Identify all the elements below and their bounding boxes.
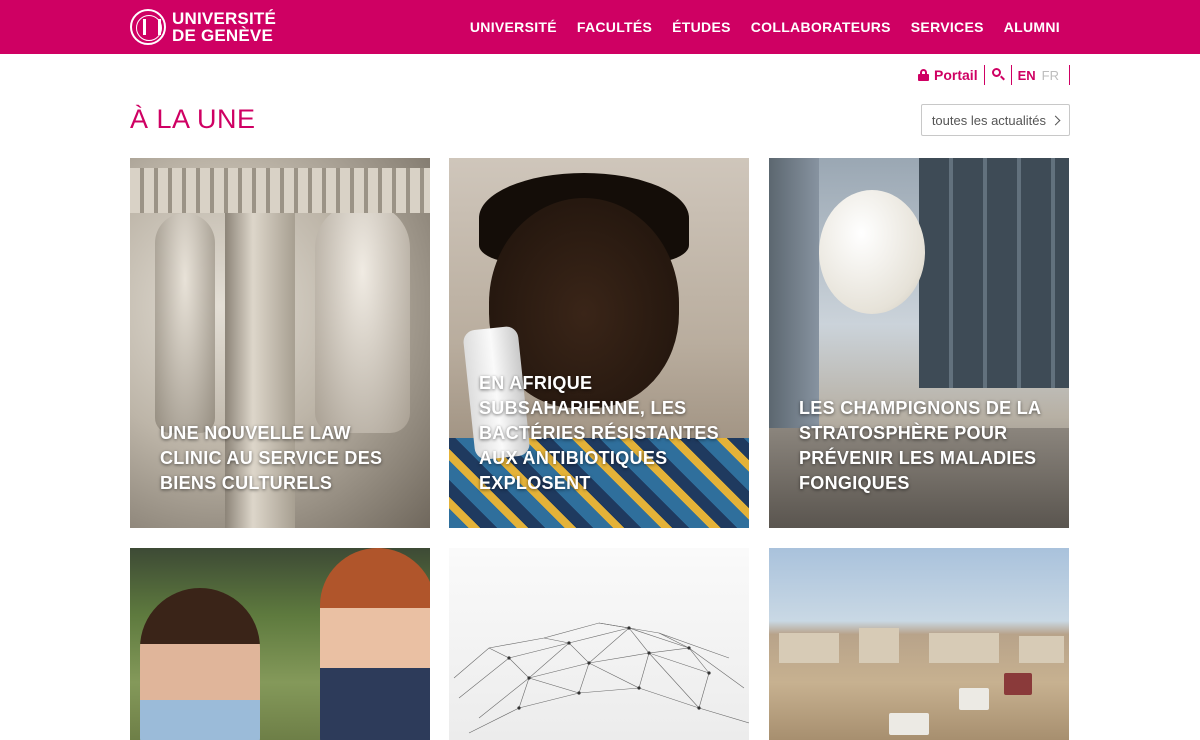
all-news-button[interactable]: toutes les actualités	[920, 104, 1070, 136]
card-caption: UNE NOUVELLE LAW CLINIC AU SERVICE DES B…	[160, 423, 383, 493]
news-card-network[interactable]	[449, 548, 749, 740]
portal-link[interactable]: Portail	[918, 67, 984, 83]
nav-item-facultes[interactable]: FACULTÉS	[577, 19, 652, 35]
news-card-stratosphere[interactable]: LES CHAMPIGNONS DE LA STRATOSPHÈRE POUR …	[769, 158, 1069, 528]
utility-bar: Portail EN FR	[918, 64, 1070, 86]
search-icon[interactable]	[985, 65, 1011, 85]
university-seal-icon	[130, 9, 166, 45]
news-card-antibiotics[interactable]: EN AFRIQUE SUBSAHARIENNE, LES BACTÉRIES …	[449, 158, 749, 528]
lock-icon	[918, 69, 930, 81]
card-caption: EN AFRIQUE SUBSAHARIENNE, LES BACTÉRIES …	[479, 373, 719, 493]
nav-item-universite[interactable]: UNIVERSITÉ	[470, 19, 557, 35]
nav-item-collaborateurs[interactable]: COLLABORATEURS	[751, 19, 891, 35]
all-news-label: toutes les actualités	[931, 112, 1046, 128]
news-card-landscape[interactable]	[769, 548, 1069, 740]
university-logo[interactable]: UNIVERSITÉ DE GENÈVE	[130, 9, 276, 45]
news-card-students[interactable]	[130, 548, 430, 740]
section-title: À LA UNE	[130, 104, 256, 134]
portal-label: Portail	[934, 67, 978, 83]
card-image-landscape	[769, 548, 1069, 740]
divider	[1069, 65, 1070, 85]
logo-line-2: DE GENÈVE	[172, 26, 273, 45]
card-image-students	[130, 548, 430, 740]
language-en[interactable]: EN	[1018, 68, 1036, 83]
news-card-law-clinic[interactable]: UNE NOUVELLE LAW CLINIC AU SERVICE DES B…	[130, 158, 430, 528]
chevron-right-icon	[1050, 115, 1061, 125]
main-navigation: UNIVERSITÉ FACULTÉS ÉTUDES COLLABORATEUR…	[450, 0, 1060, 54]
divider	[1010, 65, 1012, 85]
nav-item-services[interactable]: SERVICES	[911, 19, 984, 35]
nav-item-etudes[interactable]: ÉTUDES	[672, 19, 731, 35]
language-fr[interactable]: FR	[1042, 68, 1059, 83]
logo-line-1: UNIVERSITÉ	[172, 9, 277, 28]
logo-text: UNIVERSITÉ DE GENÈVE	[172, 10, 276, 44]
card-caption: LES CHAMPIGNONS DE LA STRATOSPHÈRE POUR …	[799, 398, 1041, 493]
nav-item-alumni[interactable]: ALUMNI	[1004, 19, 1060, 35]
top-header-bar: UNIVERSITÉ DE GENÈVE UNIVERSITÉ FACULTÉS…	[0, 0, 1200, 54]
card-image-network-map	[449, 548, 749, 740]
